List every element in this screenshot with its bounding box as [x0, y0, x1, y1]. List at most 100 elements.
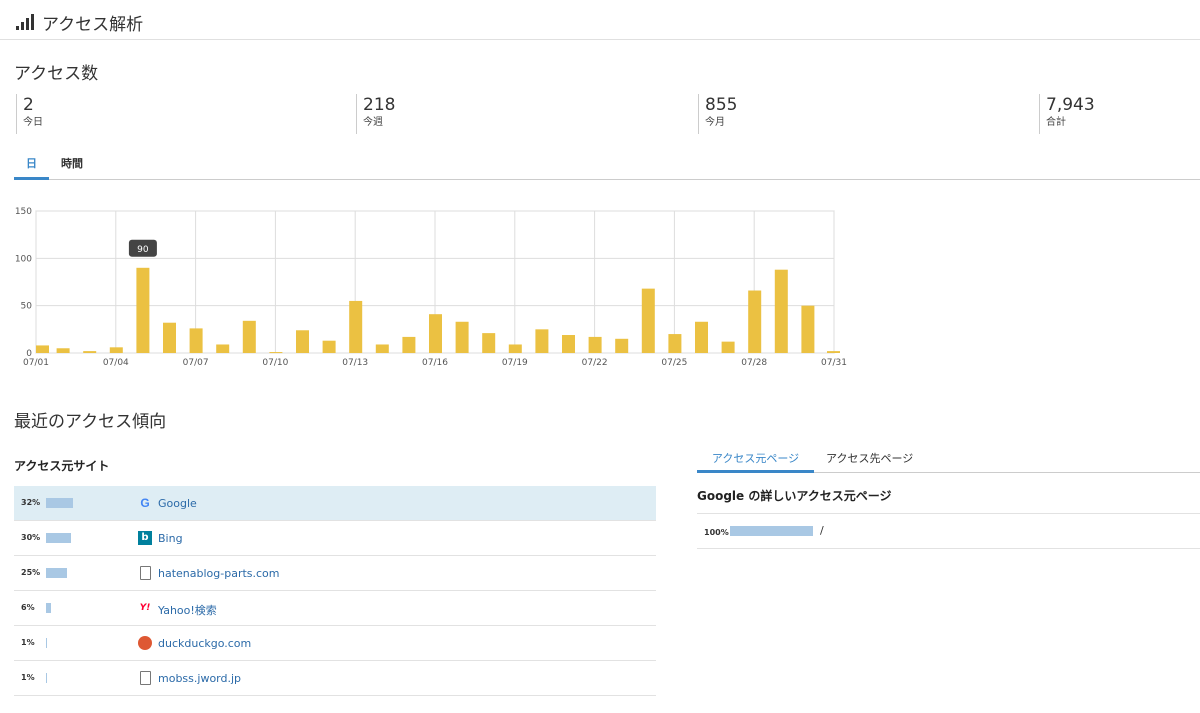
tab-hour[interactable]: 時間: [54, 150, 90, 180]
bar: [36, 345, 49, 353]
tab-landing-page[interactable]: アクセス先ページ: [826, 446, 913, 473]
yahoo-icon: Y!: [139, 603, 151, 613]
x-tick-label: 07/04: [103, 358, 129, 368]
x-tick-label: 07/10: [262, 358, 288, 368]
stat-label: 今週: [363, 117, 383, 128]
bar: [242, 320, 256, 353]
granularity-tabs: 日 時間: [14, 150, 1200, 180]
google-icon: G: [140, 496, 150, 510]
bar: [455, 321, 469, 353]
signal-bars-icon: [16, 12, 38, 30]
bar: [163, 322, 176, 353]
source-row[interactable]: 30% b Bing: [14, 521, 656, 556]
page-icon: [140, 566, 151, 580]
source-share-bar: [46, 568, 67, 578]
y-tick-label: 50: [21, 302, 33, 312]
bar: [269, 352, 283, 354]
stat-label: 合計: [1046, 117, 1066, 128]
source-percent: 1%: [21, 638, 35, 647]
bar: [562, 335, 575, 353]
source-share-bar: [46, 638, 47, 648]
x-tick-label: 07/22: [582, 358, 608, 368]
bar: [56, 348, 70, 353]
page-title: アクセス解析: [42, 15, 144, 35]
page-icon: [140, 671, 151, 685]
x-tick-label: 07/01: [23, 358, 49, 368]
bar: [296, 330, 309, 353]
stat-value: 855: [705, 95, 738, 115]
detail-path[interactable]: /: [820, 524, 824, 537]
bar: [83, 351, 97, 353]
stat-value: 7,943: [1046, 95, 1095, 115]
tab-referrer-page[interactable]: アクセス元ページ: [697, 446, 814, 473]
divider: [697, 548, 1200, 549]
stat-week: 218 今週: [356, 94, 686, 134]
x-tick-label: 07/28: [741, 358, 767, 368]
source-row[interactable]: 1% duckduckgo.com: [14, 626, 656, 661]
stat-label: 今日: [23, 117, 43, 128]
bar: [588, 336, 602, 353]
y-tick-label: 150: [15, 207, 32, 217]
bar: [615, 338, 629, 353]
bar: [109, 347, 123, 353]
bar: [535, 329, 549, 353]
page-tabs: アクセス元ページ アクセス先ページ: [697, 446, 1200, 473]
bar: [641, 288, 655, 353]
bar: [136, 267, 150, 353]
source-percent: 32%: [21, 498, 41, 507]
bar: [748, 290, 762, 353]
source-name[interactable]: Bing: [158, 532, 183, 545]
bar: [375, 344, 389, 353]
page-header: アクセス解析: [0, 0, 1200, 40]
bar: [189, 328, 203, 353]
stat-today: 2 今日: [16, 94, 346, 134]
tab-day[interactable]: 日: [14, 150, 49, 180]
source-row[interactable]: 25% hatenablog-parts.com: [14, 556, 656, 591]
bar: [402, 336, 416, 353]
source-share-bar: [46, 673, 47, 683]
x-tick-label: 07/07: [183, 358, 209, 368]
y-tick-label: 100: [15, 254, 32, 264]
source-row[interactable]: 32% G Google: [14, 486, 656, 521]
stat-total: 7,943 合計: [1039, 94, 1199, 134]
bar: [774, 269, 788, 353]
x-tick-label: 07/25: [661, 358, 687, 368]
source-name[interactable]: duckduckgo.com: [158, 637, 251, 650]
source-share-bar: [46, 498, 73, 508]
divider: [697, 513, 1200, 514]
bar-chart-svg: 05010015007/01 07/04 07/07 07/10 07/13 07/16 0…: [15, 207, 847, 368]
source-share-bar: [46, 533, 71, 543]
source-percent: 1%: [21, 673, 35, 682]
bar: [216, 344, 230, 353]
bar: [322, 340, 336, 353]
x-tick-label: 07/13: [342, 358, 368, 368]
detail-title: Google の詳しいアクセス元ページ: [697, 489, 892, 503]
bar: [668, 334, 682, 353]
source-name[interactable]: Google: [158, 497, 197, 510]
source-name[interactable]: hatenablog-parts.com: [158, 567, 280, 580]
recent-trends-title: 最近のアクセス傾向: [14, 412, 167, 432]
bar: [429, 314, 442, 353]
stat-value: 2: [23, 95, 34, 115]
x-tick-label: 07/19: [502, 358, 528, 368]
tooltip-label: 90: [137, 245, 149, 255]
x-tick-label: 07/16: [422, 358, 448, 368]
stat-month: 855 今月: [698, 94, 1028, 134]
source-row[interactable]: 6% Y! Yahoo!検索: [14, 591, 656, 626]
bar: [721, 341, 735, 353]
source-percent: 30%: [21, 533, 41, 542]
source-share-bar: [46, 603, 51, 613]
source-name[interactable]: mobss.jword.jp: [158, 672, 241, 685]
detail-share-bar: [730, 526, 813, 536]
bing-icon: b: [138, 531, 152, 545]
source-name[interactable]: Yahoo!検索: [158, 602, 217, 618]
bar: [827, 351, 840, 353]
source-row[interactable]: 1% mobss.jword.jp: [14, 661, 656, 696]
stat-value: 218: [363, 95, 396, 115]
sources-title: アクセス元サイト: [14, 459, 110, 473]
duckduckgo-icon: [138, 636, 152, 650]
source-percent: 25%: [21, 568, 41, 577]
bar: [482, 333, 496, 353]
access-count-title: アクセス数: [14, 64, 99, 84]
x-tick-label: 07/31: [821, 358, 847, 368]
